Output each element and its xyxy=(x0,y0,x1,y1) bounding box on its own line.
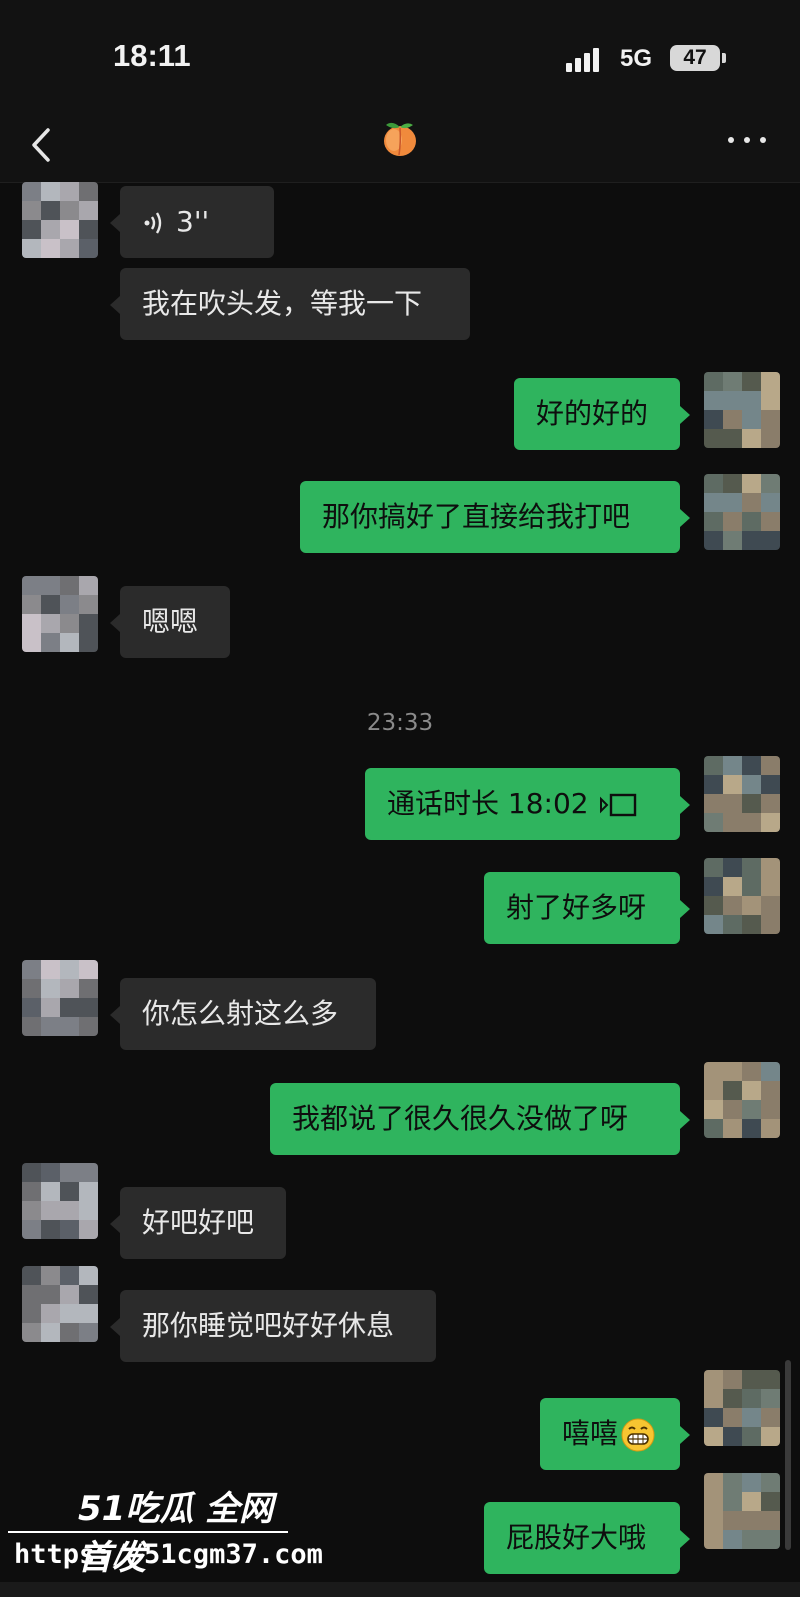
message-text: 那你搞好了直接给我打吧 xyxy=(322,500,631,533)
my-avatar[interactable] xyxy=(704,1473,780,1549)
contact-avatar[interactable] xyxy=(22,576,98,652)
status-bar: 18:11 5G 47 xyxy=(0,0,800,110)
message-bubble[interactable]: 嘻嘻 xyxy=(540,1398,690,1470)
message-text: 嗯嗯 xyxy=(142,605,199,638)
my-avatar[interactable] xyxy=(704,372,780,448)
my-avatar[interactable] xyxy=(704,756,780,832)
message-bubble[interactable]: 那你睡觉吧好好休息 xyxy=(110,1290,436,1362)
chat-timestamp: 23:33 xyxy=(366,710,434,736)
message-bubble[interactable]: 我都说了很久很久没做了呀 xyxy=(270,1083,690,1155)
contact-avatar[interactable] xyxy=(22,182,98,258)
contact-avatar[interactable] xyxy=(22,1266,98,1342)
grinning-face-emoji-icon xyxy=(621,1418,655,1452)
watermark: 51吃瓜 全网首发 https://51cgm37.com xyxy=(0,1475,323,1585)
battery-icon: 47 xyxy=(670,45,720,71)
message-text: 我在吹头发，等我一下 xyxy=(142,287,423,320)
my-avatar[interactable] xyxy=(704,1370,780,1446)
my-avatar[interactable] xyxy=(704,1062,780,1138)
contact-avatar[interactable] xyxy=(22,1163,98,1239)
message-bubble[interactable]: 我在吹头发，等我一下 xyxy=(110,268,470,340)
contact-avatar[interactable] xyxy=(22,960,98,1036)
message-bubble[interactable]: 你怎么射这么多 xyxy=(110,978,376,1050)
voice-message-bubble[interactable]: 3'' xyxy=(110,186,274,258)
battery-tip xyxy=(722,53,726,63)
message-bubble[interactable]: 屁股好大哦 xyxy=(484,1502,690,1574)
voice-wave-icon xyxy=(144,212,162,234)
peach-emoji-icon xyxy=(384,122,416,156)
message-text: 我都说了很久很久没做了呀 xyxy=(292,1102,629,1135)
message-text: 嘻嘻 xyxy=(562,1417,619,1450)
message-text: 屁股好大哦 xyxy=(506,1521,647,1554)
message-text: 好的好的 xyxy=(536,397,649,430)
my-avatar[interactable] xyxy=(704,858,780,934)
more-options-button[interactable] xyxy=(722,125,772,155)
voice-duration: 3'' xyxy=(176,205,210,238)
input-bar-edge xyxy=(0,1582,800,1597)
chevron-left-icon xyxy=(32,128,50,162)
message-bubble[interactable]: 射了好多呀 xyxy=(484,872,690,944)
signal-icon xyxy=(566,46,606,72)
message-text: 那你睡觉吧好好休息 xyxy=(142,1309,395,1342)
message-text: 射了好多呀 xyxy=(506,891,647,924)
message-bubble[interactable]: 好的好的 xyxy=(514,378,690,450)
message-text: 好吧好吧 xyxy=(142,1206,255,1239)
chat-header xyxy=(0,110,800,183)
message-text: 你怎么射这么多 xyxy=(142,997,339,1030)
call-duration-text: 通话时长 18:02 xyxy=(387,787,589,820)
network-type: 5G xyxy=(620,45,653,72)
watermark-divider xyxy=(8,1531,288,1533)
message-bubble[interactable]: 嗯嗯 xyxy=(110,586,230,658)
watermark-url: https://51cgm37.com xyxy=(14,1539,323,1570)
scrollbar[interactable] xyxy=(785,1360,791,1550)
status-time: 18:11 xyxy=(113,38,191,73)
call-record-bubble[interactable]: 通话时长 18:02 xyxy=(365,768,690,840)
back-button[interactable] xyxy=(24,120,64,170)
my-avatar[interactable] xyxy=(704,474,780,550)
video-call-icon xyxy=(599,793,636,817)
message-bubble[interactable]: 好吧好吧 xyxy=(110,1187,286,1259)
message-bubble[interactable]: 那你搞好了直接给我打吧 xyxy=(300,481,690,553)
